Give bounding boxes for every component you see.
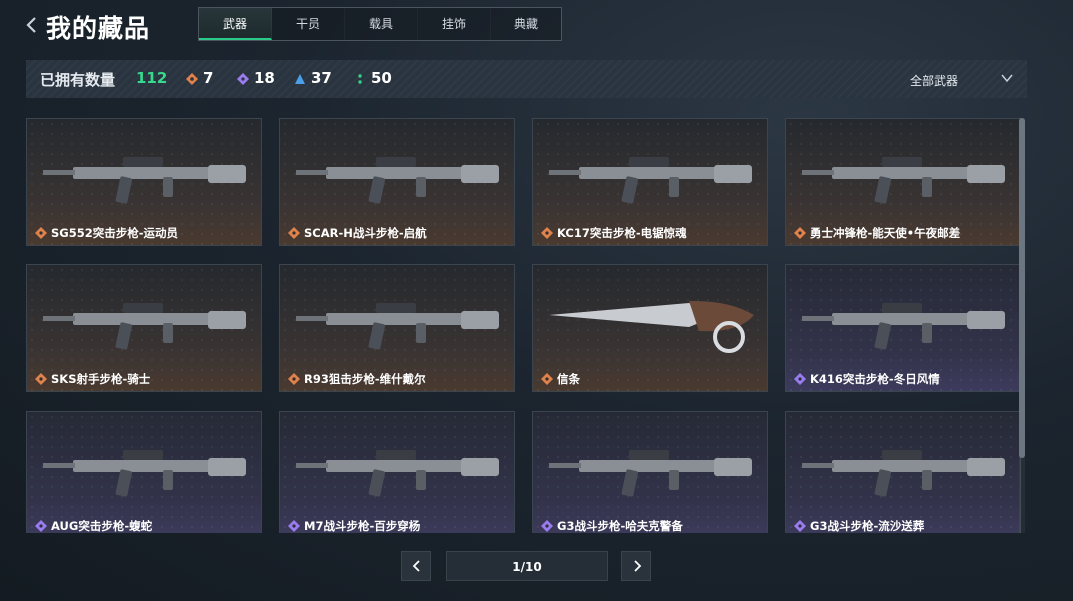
weapon-card[interactable]: SCAR-H战斗步枪-启航: [279, 118, 515, 246]
orange-diamond-icon: [288, 227, 300, 239]
back-arrow-icon[interactable]: [22, 14, 42, 36]
purple-count: 18: [254, 69, 275, 87]
weapon-name: M7战斗步枪-百步穿杨: [304, 519, 421, 533]
owned-count-label: 已拥有数量: [40, 71, 116, 89]
prev-page-button[interactable]: [401, 551, 431, 581]
green-count: 50: [371, 69, 392, 87]
weapon-image: [43, 303, 246, 350]
weapon-name: 勇士冲锋枪-能天使•午夜邮差: [810, 226, 961, 240]
weapon-image: [296, 157, 499, 204]
weapon-filter-dropdown[interactable]: 全部武器: [910, 72, 958, 89]
purple-diamond-icon: [794, 520, 806, 532]
category-tabs: 武器 干员 载具 挂饰 典藏: [198, 7, 562, 41]
weapon-image: [549, 157, 752, 204]
weapon-name: K416突击步枪-冬日风情: [810, 372, 940, 386]
weapon-image: [802, 303, 1005, 350]
owned-count-value: 112: [136, 69, 168, 87]
blue-count: 37: [311, 69, 332, 87]
orange-diamond-icon: [288, 373, 300, 385]
weapon-card[interactable]: 勇士冲锋枪-能天使•午夜邮差: [785, 118, 1021, 246]
weapon-card[interactable]: SKS射手步枪-骑士: [26, 264, 262, 392]
weapon-name: 信条: [557, 372, 580, 386]
weapon-card[interactable]: G3战斗步枪-哈夫克警备: [532, 411, 768, 533]
weapon-name: G3战斗步枪-哈夫克警备: [557, 519, 683, 533]
orange-diamond-icon: [35, 227, 47, 239]
tab-weapons[interactable]: 武器: [199, 8, 272, 40]
weapon-image: [549, 450, 752, 497]
purple-diamond-icon: [541, 520, 553, 532]
chevron-left-icon: [412, 560, 420, 572]
weapon-name: SG552突击步枪-运动员: [51, 226, 178, 240]
blue-triangle-icon: [295, 74, 305, 84]
weapon-card[interactable]: R93狙击步枪-维什戴尔: [279, 264, 515, 392]
orange-diamond-icon: [186, 73, 198, 85]
weapon-image: [296, 303, 499, 350]
weapon-image: [802, 450, 1005, 497]
weapon-card[interactable]: KC17突击步枪-电锯惊魂: [532, 118, 768, 246]
weapon-image: [802, 157, 1005, 204]
grid-scrollbar[interactable]: [1019, 118, 1025, 533]
orange-diamond-icon: [35, 373, 47, 385]
weapon-name: AUG突击步枪-蝮蛇: [51, 519, 153, 533]
orange-count: 7: [203, 69, 214, 87]
weapon-grid: SG552突击步枪-运动员 SCAR-H战斗步枪-启航 KC17突击步枪-电锯惊魂 勇…: [26, 118, 1022, 533]
weapon-card[interactable]: AUG突击步枪-蝮蛇: [26, 411, 262, 533]
chevron-right-icon: [634, 560, 642, 572]
purple-diamond-icon: [35, 520, 47, 532]
tab-collection[interactable]: 典藏: [491, 8, 561, 40]
header: 我的藏品 武器 干员 载具 挂饰 典藏: [0, 0, 1073, 48]
purple-diamond-icon: [237, 73, 249, 85]
weapon-name: SCAR-H战斗步枪-启航: [304, 226, 427, 240]
orange-diamond-icon: [541, 227, 553, 239]
orange-diamond-icon: [794, 227, 806, 239]
weapon-name: R93狙击步枪-维什戴尔: [304, 372, 426, 386]
chevron-down-icon[interactable]: [1000, 71, 1014, 85]
page-title: 我的藏品: [46, 14, 151, 43]
weapon-image: [43, 450, 246, 497]
scrollbar-thumb[interactable]: [1019, 118, 1025, 458]
weapon-name: SKS射手步枪-骑士: [51, 372, 151, 386]
tab-charms[interactable]: 挂饰: [418, 8, 491, 40]
green-dots-icon: [358, 74, 362, 84]
weapon-image: [43, 157, 246, 204]
weapon-image: [549, 300, 754, 353]
weapon-card[interactable]: SG552突击步枪-运动员: [26, 118, 262, 246]
orange-diamond-icon: [541, 373, 553, 385]
page-indicator: 1/10: [446, 551, 608, 581]
next-page-button[interactable]: [621, 551, 651, 581]
weapon-image: [296, 450, 499, 497]
tab-operators[interactable]: 干员: [272, 8, 345, 40]
weapon-card[interactable]: 信条: [532, 264, 768, 392]
weapon-name: KC17突击步枪-电锯惊魂: [557, 226, 687, 240]
tab-vehicles[interactable]: 载具: [345, 8, 418, 40]
weapon-card[interactable]: K416突击步枪-冬日风情: [785, 264, 1021, 392]
weapon-card[interactable]: G3战斗步枪-流沙送葬: [785, 411, 1021, 533]
weapon-card[interactable]: M7战斗步枪-百步穿杨: [279, 411, 515, 533]
stats-bar: 已拥有数量 112 7 18 37 50 全部武器: [26, 60, 1027, 98]
purple-diamond-icon: [288, 520, 300, 532]
weapon-name: G3战斗步枪-流沙送葬: [810, 519, 925, 533]
purple-diamond-icon: [794, 373, 806, 385]
